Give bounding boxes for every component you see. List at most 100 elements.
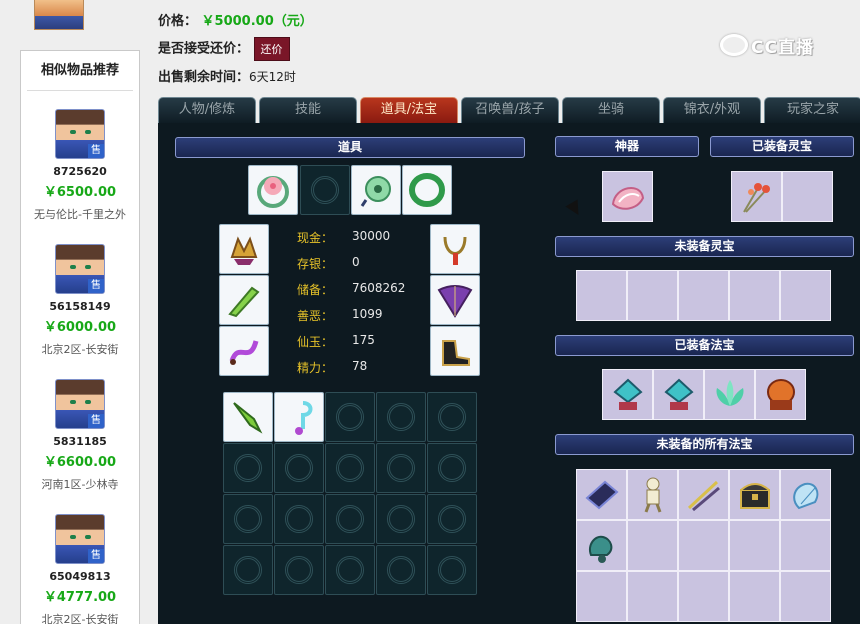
empty-slot[interactable] (376, 545, 426, 595)
empty-treasure-slot[interactable] (678, 520, 729, 571)
jade-pendant-icon[interactable] (351, 165, 401, 215)
empty-spirit-slot[interactable] (576, 270, 627, 321)
straw-doll-icon[interactable] (627, 469, 678, 520)
empty-slot[interactable] (223, 494, 273, 544)
empty-slot[interactable] (325, 545, 375, 595)
item-id: 5831185 (53, 435, 107, 448)
empty-spirit-slot[interactable] (678, 270, 729, 321)
item-price: ￥6600.00 (43, 455, 117, 470)
lotus-icon[interactable] (704, 369, 755, 420)
treasure-chest-icon[interactable] (729, 469, 780, 520)
character-avatar[interactable]: 售 (55, 514, 105, 564)
green-dagger-icon[interactable] (223, 392, 273, 442)
item-server: 无与伦比-千里之外 (34, 208, 126, 221)
teal-lotus-icon[interactable] (576, 520, 627, 571)
purple-whip-icon[interactable] (219, 326, 269, 376)
drum-icon[interactable] (755, 369, 806, 420)
empty-treasure-slot[interactable] (678, 571, 729, 622)
tab-items[interactable]: 道具/法宝 (360, 97, 458, 123)
stat-value: 1099 (352, 307, 383, 321)
stat-label: 仙玉： (297, 335, 334, 349)
stat-label: 储备： (297, 283, 334, 297)
tab-skills[interactable]: 技能 (259, 97, 357, 123)
tab-character[interactable]: 人物/修炼 (158, 97, 256, 123)
empty-treasure-slot[interactable] (576, 571, 627, 622)
stat-value: 78 (352, 359, 368, 373)
item-id: 8725620 (53, 165, 107, 178)
equipped-spirit-title: 已装备灵宝 (710, 136, 854, 157)
empty-treasure-slot[interactable] (627, 520, 678, 571)
jade-bracelet-icon[interactable] (402, 165, 452, 215)
empty-treasure-slot[interactable] (729, 520, 780, 571)
empty-slot[interactable] (274, 443, 324, 493)
recommended-item[interactable]: 售 8725620 ￥6500.00 无与伦比-千里之外 (21, 109, 139, 222)
empty-slot[interactable] (300, 165, 350, 215)
tassel-necklace-icon[interactable] (430, 224, 480, 274)
empty-slot[interactable] (427, 494, 477, 544)
empty-slot[interactable] (325, 494, 375, 544)
recommended-item[interactable]: 售 56158149 ￥6000.00 北京2区-长安街 (21, 244, 139, 357)
empty-spirit-slot[interactable] (780, 270, 831, 321)
empty-slot[interactable] (427, 545, 477, 595)
empty-slot[interactable] (274, 545, 324, 595)
recommended-item[interactable]: 售 65049813 ￥4777.00 北京2区-长安街 (21, 514, 139, 624)
items-section-title: 道具 (175, 137, 525, 158)
empty-spirit-slot[interactable] (782, 171, 833, 222)
empty-slot[interactable] (223, 545, 273, 595)
recommended-item[interactable]: 售 5831185 ￥6600.00 河南1区-少林寺 (21, 379, 139, 492)
character-avatar[interactable]: 售 (55, 379, 105, 429)
empty-treasure-slot[interactable] (729, 571, 780, 622)
item-server: 北京2区-长安街 (41, 613, 119, 624)
pink-shell-artifact-icon[interactable] (602, 171, 653, 222)
tab-outfits[interactable]: 锦衣/外观 (663, 97, 761, 123)
similar-items-sidebar: 相似物品推荐 售 8725620 ￥6500.00 无与伦比-千里之外 售 56… (20, 50, 140, 624)
helmet-icon[interactable] (219, 224, 269, 274)
empty-slot[interactable] (223, 443, 273, 493)
time-remaining-value: 6天12时 (249, 70, 296, 84)
empty-treasure-slot[interactable] (780, 520, 831, 571)
empty-spirit-slot[interactable] (627, 270, 678, 321)
stat-label: 现金： (297, 231, 334, 245)
empty-spirit-slot[interactable] (729, 270, 780, 321)
empty-treasure-slot[interactable] (780, 571, 831, 622)
flower-ring-icon[interactable] (248, 165, 298, 215)
item-server: 河南1区-少林寺 (41, 478, 119, 491)
price-row: 价格： ￥5000.00（元） (158, 10, 313, 29)
empty-slot[interactable] (325, 392, 375, 442)
counter-offer-button[interactable]: 还价 (253, 37, 290, 61)
item-server: 北京2区-长安街 (41, 343, 119, 356)
cc-logo-icon (720, 34, 748, 56)
empty-treasure-slot[interactable] (627, 571, 678, 622)
stat-value: 30000 (352, 229, 391, 243)
empty-slot[interactable] (274, 494, 324, 544)
golden-arrows-icon[interactable] (678, 469, 729, 520)
sale-badge: 售 (88, 144, 104, 158)
counter-offer-label: 是否接受还价： (158, 41, 250, 57)
stat-value: 0 (352, 255, 360, 269)
flower-bouquet-spirit-icon[interactable] (731, 171, 782, 222)
empty-slot[interactable] (427, 392, 477, 442)
watermark-text: CC直播 (751, 37, 814, 58)
black-boots-icon[interactable] (430, 326, 480, 376)
empty-slot[interactable] (376, 443, 426, 493)
character-avatar[interactable]: 售 (55, 244, 105, 294)
green-blade-icon[interactable] (219, 275, 269, 325)
item-price: ￥4777.00 (43, 590, 117, 605)
time-remaining-label: 出售剩余时间： (158, 70, 250, 85)
empty-slot[interactable] (427, 443, 477, 493)
gem-orb-icon[interactable] (653, 369, 704, 420)
feather-fan-icon[interactable] (430, 275, 480, 325)
tab-mounts[interactable]: 坐骑 (562, 97, 660, 123)
artifact-section-title: 神器 (555, 136, 699, 157)
dark-book-icon[interactable] (576, 469, 627, 520)
cyan-hook-icon[interactable] (274, 392, 324, 442)
character-avatar[interactable]: 售 (55, 109, 105, 159)
crystal-hand-icon[interactable] (780, 469, 831, 520)
tab-home[interactable]: 玩家之家 (764, 97, 860, 123)
empty-slot[interactable] (376, 392, 426, 442)
tab-pets[interactable]: 召唤兽/孩子 (461, 97, 559, 123)
empty-slot[interactable] (376, 494, 426, 544)
empty-slot[interactable] (325, 443, 375, 493)
gem-orb-icon[interactable] (602, 369, 653, 420)
sale-badge: 售 (88, 549, 104, 563)
